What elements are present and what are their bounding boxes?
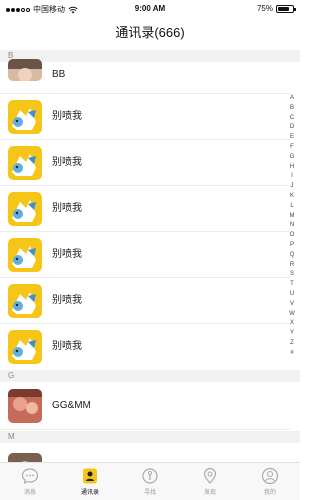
cartoon-avatar-icon — [8, 330, 42, 364]
tab-label: 通讯录 — [80, 490, 99, 496]
contact-name: GG&MM — [52, 400, 91, 411]
cartoon-avatar-icon — [8, 192, 42, 226]
tab-messages[interactable]: 消息 — [0, 463, 60, 500]
tab-contacts[interactable]: 通讯录 — [60, 463, 120, 500]
compass-icon — [142, 468, 158, 484]
index-letter[interactable]: Y — [290, 329, 294, 339]
contact-name: 别喷我 — [52, 157, 82, 168]
battery-percent: 75% — [256, 4, 273, 13]
cartoon-avatar-icon — [8, 238, 42, 272]
contact-name: BB — [52, 69, 66, 80]
index-letter[interactable]: H — [290, 163, 294, 173]
tab-label: 消息 — [23, 490, 36, 496]
tab-bar: 消息 通讯录 寻找 发现 我的 — [0, 462, 300, 500]
index-letter[interactable]: C — [290, 114, 294, 124]
index-letter[interactable]: X — [290, 319, 294, 329]
photo-avatar-icon — [8, 453, 42, 462]
contact-row[interactable]: 别喷我 — [0, 186, 290, 232]
tab-discover[interactable]: 发现 — [180, 463, 240, 500]
contact-row[interactable]: 别喷我 — [0, 140, 290, 186]
contact-row-partial[interactable] — [0, 443, 290, 462]
cartoon-avatar-icon — [8, 100, 42, 134]
page-title: 通讯录(666) — [115, 25, 185, 40]
index-letter[interactable]: G — [290, 153, 295, 163]
index-letter[interactable]: P — [290, 241, 294, 251]
index-letter[interactable]: B — [290, 104, 294, 114]
index-letter[interactable]: S — [290, 270, 294, 280]
contact-name: 别喷我 — [52, 111, 82, 122]
contact-name: 别喷我 — [52, 341, 82, 352]
section-header-m: M — [0, 431, 300, 443]
index-letter[interactable]: M — [290, 212, 295, 222]
chat-bubble-icon — [21, 468, 39, 485]
index-letter[interactable]: V — [290, 300, 294, 310]
index-letter[interactable]: I — [291, 172, 293, 182]
index-letter[interactable]: F — [290, 143, 294, 153]
battery-fill — [278, 6, 289, 11]
tab-me[interactable]: 我的 — [240, 463, 300, 500]
alphabet-index[interactable]: A B C D E F G H I J K L M N O P Q R S T U V W X Y Z # — [286, 94, 298, 359]
contact-name: 别喷我 — [52, 203, 82, 214]
index-letter[interactable]: W — [289, 310, 295, 320]
tab-label: 我的 — [263, 490, 276, 496]
index-letter[interactable]: U — [290, 290, 294, 300]
index-letter[interactable]: D — [290, 123, 294, 133]
index-letter[interactable]: Z — [290, 339, 294, 349]
index-letter[interactable]: N — [290, 221, 294, 231]
battery-icon — [276, 4, 296, 13]
profile-icon — [261, 467, 279, 485]
cartoon-avatar-icon — [8, 146, 42, 180]
status-bar: 中国移动 9:00 AM 75% — [0, 0, 300, 18]
tab-find[interactable]: 寻找 — [120, 463, 180, 500]
photo-avatar-icon — [8, 59, 42, 81]
contact-name: 别喷我 — [52, 295, 82, 306]
contact-row[interactable]: 别喷我 — [0, 232, 290, 278]
section-header-g: G — [0, 370, 300, 382]
tab-label: 发现 — [203, 490, 216, 496]
contact-name: 别喷我 — [52, 249, 82, 260]
index-letter[interactable]: O — [290, 231, 295, 241]
contact-row[interactable]: GG&MM — [0, 382, 290, 430]
status-time: 9:00 AM — [134, 4, 166, 13]
index-letter[interactable]: T — [290, 280, 294, 290]
cartoon-avatar-icon — [8, 284, 42, 318]
contact-row[interactable]: 别喷我 — [0, 324, 290, 370]
contact-row[interactable]: 别喷我 — [0, 94, 290, 140]
index-letter[interactable]: # — [290, 349, 293, 359]
index-letter[interactable]: J — [291, 182, 294, 192]
contacts-icon — [83, 468, 97, 484]
index-letter[interactable]: L — [290, 202, 293, 212]
photo-avatar-icon — [8, 389, 42, 423]
index-letter[interactable]: A — [290, 94, 294, 104]
contact-row[interactable]: 别喷我 — [0, 278, 290, 324]
tab-label: 寻找 — [143, 490, 156, 496]
location-pin-icon — [203, 467, 217, 484]
index-letter[interactable]: K — [290, 192, 294, 202]
status-right: 75% — [256, 4, 296, 13]
index-letter[interactable]: E — [290, 133, 294, 143]
index-letter[interactable]: R — [290, 261, 294, 271]
index-letter[interactable]: Q — [290, 251, 295, 261]
contact-row[interactable]: BB — [0, 49, 290, 94]
